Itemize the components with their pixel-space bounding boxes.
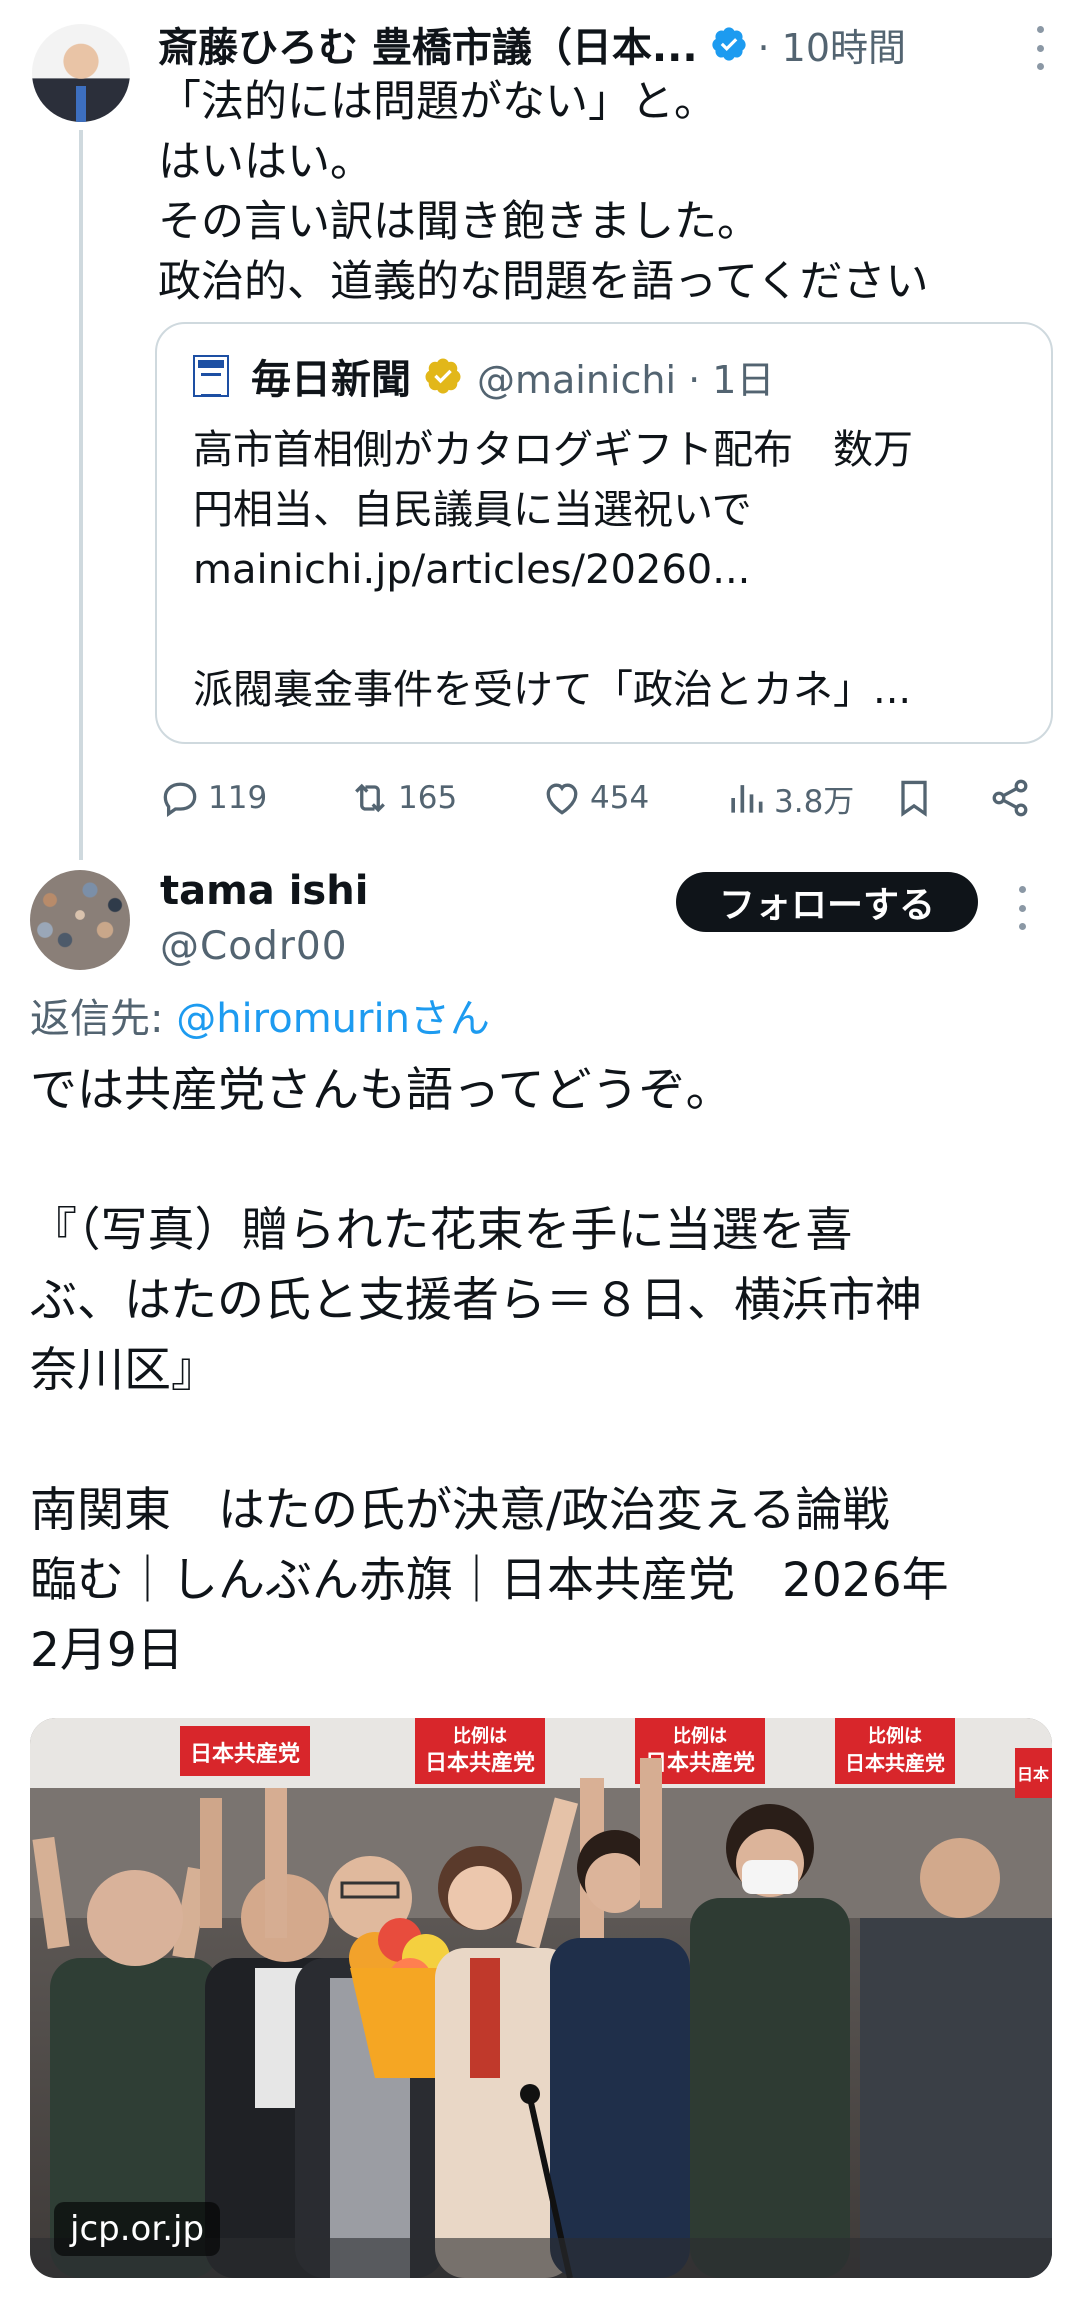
author-name[interactable]: tama ishi bbox=[160, 868, 368, 914]
reply-mention-link[interactable]: @hiromurinさん bbox=[176, 996, 490, 1042]
views-chart-icon bbox=[731, 785, 763, 813]
tweet-text-line: 南関東 はたの氏が決意/政治変える論戦 bbox=[30, 1483, 890, 1538]
tweet-text-line: 2月9日 bbox=[30, 1623, 184, 1678]
banner-text: 比例は bbox=[673, 1725, 727, 1747]
banner-text: 日本 bbox=[1017, 1765, 1049, 1784]
reply-count: 119 bbox=[208, 780, 268, 816]
bookmark-icon bbox=[901, 780, 927, 817]
share-icon bbox=[992, 779, 1028, 817]
tweet-text-line: その言い訳は聞き飽きました。 bbox=[158, 197, 760, 247]
like-count: 454 bbox=[590, 780, 650, 816]
supporters-celebration-photo: 日本共産党 比例は 日本共産党 比例は 日本共産党 比例は 日本共産党 日本 bbox=[30, 1718, 1052, 2278]
follow-button[interactable]: フォローする bbox=[676, 872, 978, 932]
bookmark-button[interactable] bbox=[892, 768, 942, 828]
views-count: 3.8万 bbox=[774, 783, 855, 820]
banner-text: 日本共産党 bbox=[425, 1750, 535, 1776]
verified-badge-icon bbox=[711, 27, 746, 61]
share-button[interactable] bbox=[988, 768, 1038, 828]
link-domain-badge: jcp.or.jp bbox=[54, 2202, 221, 2256]
tweet-text-line: では共産党さんも語ってどうぞ。 bbox=[30, 1063, 733, 1118]
more-options-icon[interactable] bbox=[1034, 26, 1046, 70]
quoted-text-line: 円相当、自民議員に当選祝いで bbox=[193, 487, 752, 533]
reply-button[interactable]: 119 bbox=[158, 768, 267, 828]
reply-icon bbox=[163, 782, 197, 817]
tweet-text-line: 奈川区』 bbox=[30, 1343, 218, 1398]
more-options-icon[interactable] bbox=[1016, 886, 1028, 930]
tweet-time[interactable]: · 10時間 bbox=[758, 17, 907, 72]
tweet-text-line: ぶ、はたの氏と支援者ら＝８日、横浜市神 bbox=[30, 1273, 923, 1328]
tweet-1[interactable]: 斎藤ひろむ 豊橋市議（日本... · 10時間 「法的には問題がない」と。 はい… bbox=[0, 0, 1080, 860]
quoted-text-line: 高市首相側がカタログギフト配布 数万 bbox=[193, 427, 913, 473]
quoted-text-line bbox=[193, 600, 1033, 660]
views-button[interactable]: 3.8万 bbox=[724, 768, 854, 828]
tweet-text-line: 政治的、道義的な問題を語ってください bbox=[158, 257, 929, 307]
like-button[interactable]: 454 bbox=[540, 768, 649, 828]
mainichi-logo-icon bbox=[193, 355, 229, 397]
banner-text: 比例は bbox=[868, 1725, 922, 1747]
quoted-author-name: 毎日新聞 bbox=[251, 357, 411, 403]
tweet-text: 「法的には問題がない」と。 はいはい。 その言い訳は聞き飽きました。 政治的、道… bbox=[158, 72, 1038, 312]
quoted-tweet-header: 毎日新聞 @mainichi · 1日 bbox=[193, 348, 774, 404]
reply-to-label: 返信先: @hiromurinさん bbox=[30, 986, 490, 1044]
tweet-text-line: 臨む｜しんぶん赤旗｜日本共産党 2026年 bbox=[30, 1553, 949, 1608]
tweet-text: では共産党さんも語ってどうぞ。 『（写真）贈られた花束を手に当選を喜 ぶ、はたの… bbox=[30, 1056, 1060, 1686]
quoted-tweet-card[interactable]: 毎日新聞 @mainichi · 1日 高市首相側がカタログギフト配布 数万 円… bbox=[155, 322, 1053, 744]
author-handle[interactable]: @Codr00 bbox=[160, 924, 348, 969]
tweet-text-line bbox=[30, 1126, 1060, 1196]
quoted-tweet-text: 高市首相側がカタログギフト配布 数万 円相当、自民議員に当選祝いで mainic… bbox=[193, 420, 1033, 720]
repost-icon bbox=[355, 783, 385, 813]
avatar[interactable] bbox=[32, 24, 130, 122]
repost-count: 165 bbox=[398, 780, 458, 816]
avatar[interactable] bbox=[30, 870, 130, 970]
link-card-photo[interactable]: 日本共産党 比例は 日本共産党 比例は 日本共産党 比例は 日本共産党 日本 j… bbox=[30, 1718, 1052, 2278]
tweet-header: 斎藤ひろむ 豊橋市議（日本... · 10時間 bbox=[158, 15, 907, 73]
tweet-text-line: はいはい。 bbox=[158, 137, 373, 187]
quoted-text-line: 派閥裏金事件を受けて「政治とカネ」... bbox=[193, 667, 912, 713]
tweet-text-line: 「法的には問題がない」と。 bbox=[158, 77, 717, 127]
repost-button[interactable]: 165 bbox=[348, 768, 457, 828]
banner-text: 日本共産党 bbox=[190, 1741, 300, 1767]
quoted-link[interactable]: mainichi.jp/articles/20260... bbox=[193, 540, 1033, 600]
tweet-text-line: 『（写真）贈られた花束を手に当選を喜 bbox=[30, 1203, 853, 1258]
banner-text: 比例は bbox=[453, 1725, 507, 1747]
quoted-handle-time: @mainichi · 1日 bbox=[477, 357, 775, 402]
banner-text: 日本共産党 bbox=[845, 1751, 945, 1775]
tweet-text-line bbox=[30, 1406, 1060, 1476]
verified-gold-badge-icon bbox=[425, 358, 461, 394]
reply-to-prefix: 返信先: bbox=[30, 996, 177, 1042]
thread-connector bbox=[79, 130, 83, 860]
tweet-actions: 119 165 454 3.8万 bbox=[158, 768, 1038, 828]
author-name[interactable]: 斎藤ひろむ 豊橋市議（日本... bbox=[158, 15, 698, 73]
heart-icon bbox=[546, 783, 578, 815]
